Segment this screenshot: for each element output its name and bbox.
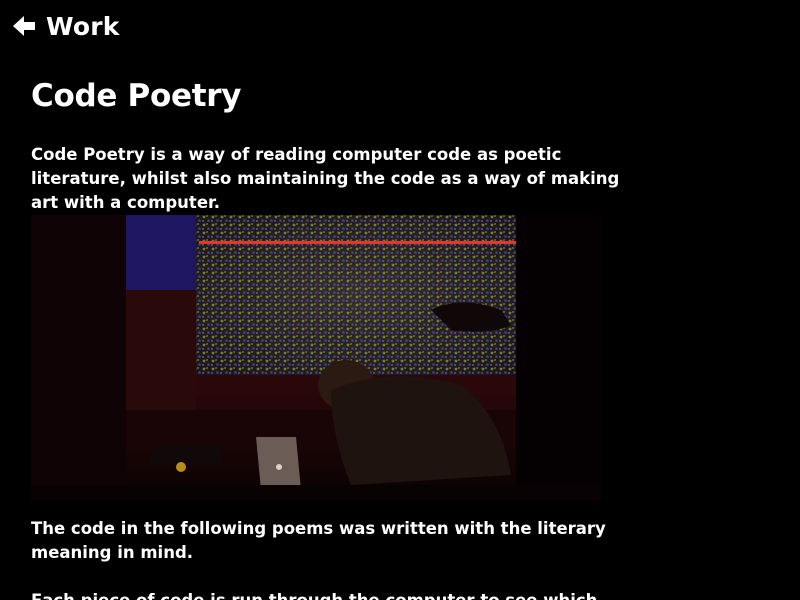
arrow-left-icon	[12, 15, 36, 37]
back-link-work[interactable]: Work	[12, 8, 120, 44]
intro-text: Code Poetry is a way of reading computer…	[31, 145, 620, 212]
hero-image	[31, 215, 601, 500]
page: Work Code Poetry Code Poetry is a way of…	[0, 0, 800, 600]
body-paragraph: The code in the following poems was writ…	[31, 519, 606, 562]
performance-photo	[31, 215, 601, 500]
back-link-label: Work	[46, 11, 120, 41]
body-paragraph: Each piece of code is run through the co…	[31, 589, 651, 600]
page-title: Code Poetry	[31, 78, 242, 114]
